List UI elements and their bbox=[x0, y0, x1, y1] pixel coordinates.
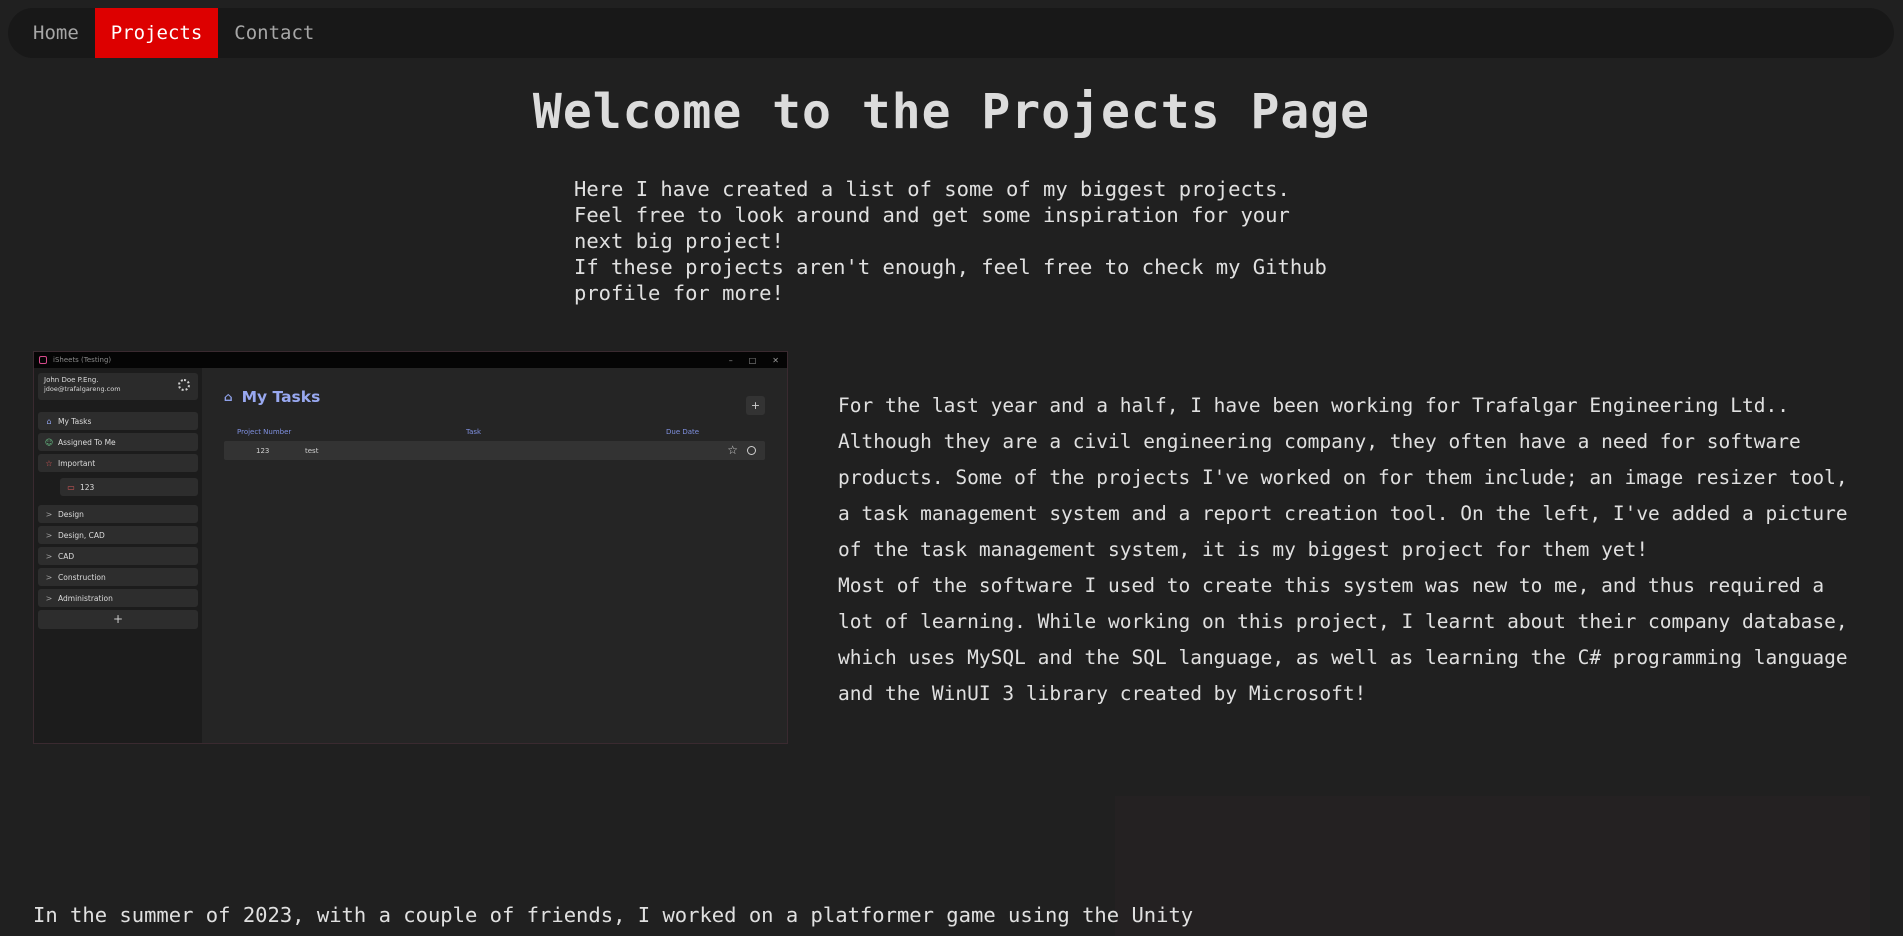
app-logo-icon bbox=[39, 356, 47, 364]
group-administration: > Administration bbox=[38, 589, 198, 607]
task-app-screenshot: iSheets (Testing) – □ ✕ John Doe P.Eng. … bbox=[33, 351, 788, 744]
top-nav: Home Projects Contact bbox=[8, 8, 1894, 58]
chevron-right-icon: > bbox=[45, 593, 53, 603]
list-icon: ▭ bbox=[67, 482, 75, 492]
profile-email: jdoe@trafalgareng.com bbox=[44, 385, 121, 393]
group-design-cad: > Design, CAD bbox=[38, 526, 198, 544]
sidebar-item-my-tasks: ⌂ My Tasks bbox=[38, 412, 198, 430]
nav-contact[interactable]: Contact bbox=[218, 8, 330, 58]
sidebar-subitem: ▭ 123 bbox=[60, 478, 198, 496]
app-sidebar: John Doe P.Eng. jdoe@trafalgareng.com ⌂ … bbox=[34, 368, 202, 743]
column-header: Task bbox=[466, 428, 482, 436]
nav-home[interactable]: Home bbox=[17, 8, 95, 58]
chevron-right-icon: > bbox=[45, 509, 53, 519]
sidebar-item-important: ☆ Important bbox=[38, 454, 198, 472]
intro-line-2: Feel free to look around and get some in… bbox=[574, 203, 1290, 253]
app-main-title: ⌂ My Tasks bbox=[224, 388, 765, 406]
intro-text: Here I have created a list of some of my… bbox=[574, 176, 1334, 306]
group-label: Design, CAD bbox=[58, 530, 105, 540]
intro-line-1: Here I have created a list of some of my… bbox=[574, 177, 1290, 201]
chevron-right-icon: > bbox=[45, 572, 53, 582]
sidebar-item-label: 123 bbox=[80, 482, 95, 492]
add-task-button: + bbox=[746, 396, 765, 415]
group-design: > Design bbox=[38, 505, 198, 523]
description-paragraph-1: For the last year and a half, I have bee… bbox=[838, 394, 1848, 561]
page-title: Welcome to the Projects Page bbox=[532, 84, 1371, 140]
column-header: Project Number bbox=[237, 428, 292, 436]
maximize-icon: □ bbox=[748, 355, 757, 365]
app-body: John Doe P.Eng. jdoe@trafalgareng.com ⌂ … bbox=[34, 368, 787, 743]
profile-name: John Doe P.Eng. bbox=[44, 376, 99, 384]
game-project-image bbox=[1115, 796, 1870, 936]
column-header: Due Date bbox=[666, 428, 700, 436]
minimize-icon: – bbox=[728, 355, 733, 365]
chevron-right-icon: > bbox=[45, 530, 53, 540]
group-label: CAD bbox=[58, 551, 75, 561]
intro-line-3: If these projects aren't enough, feel fr… bbox=[574, 255, 1327, 305]
table-row: 123 test ☆ bbox=[224, 441, 765, 460]
group-cad: > CAD bbox=[38, 547, 198, 565]
sidebar-item-label: Important bbox=[58, 458, 96, 468]
home-icon: ⌂ bbox=[46, 416, 52, 426]
group-label: Administration bbox=[58, 593, 113, 603]
group-label: Construction bbox=[58, 572, 106, 582]
app-main: ⌂ My Tasks + Project Number Task Due Dat… bbox=[202, 368, 787, 743]
app-window-title: iSheets (Testing) bbox=[53, 356, 112, 364]
task-table-header: Project Number Task Due Date bbox=[224, 428, 765, 436]
main-title-text: My Tasks bbox=[241, 388, 321, 406]
sidebar-item-assigned: ☺ Assigned To Me bbox=[38, 433, 198, 451]
task-number: 123 bbox=[256, 446, 270, 455]
game-project-text: In the summer of 2023, with a couple of … bbox=[33, 903, 1194, 927]
group-label: Design bbox=[58, 509, 84, 519]
window-controls: – □ ✕ bbox=[729, 356, 787, 365]
profile-card: John Doe P.Eng. jdoe@trafalgareng.com bbox=[38, 373, 198, 400]
group-construction: > Construction bbox=[38, 568, 198, 586]
gear-icon bbox=[178, 379, 190, 391]
close-icon: ✕ bbox=[772, 355, 779, 365]
sidebar-item-label: My Tasks bbox=[58, 416, 92, 426]
task-name: test bbox=[305, 446, 319, 455]
star-icon: ☆ bbox=[45, 458, 53, 468]
home-icon: ⌂ bbox=[224, 390, 233, 404]
sidebar-item-label: Assigned To Me bbox=[58, 437, 116, 447]
star-icon: ☆ bbox=[727, 443, 738, 457]
app-titlebar: iSheets (Testing) – □ ✕ bbox=[34, 352, 787, 368]
complete-circle-icon bbox=[747, 446, 756, 455]
person-icon: ☺ bbox=[44, 437, 54, 447]
description-paragraph-2: Most of the software I used to create th… bbox=[838, 574, 1848, 705]
add-group-button: + bbox=[38, 610, 198, 629]
chevron-right-icon: > bbox=[45, 551, 53, 561]
project-description: For the last year and a half, I have bee… bbox=[838, 388, 1868, 712]
nav-projects[interactable]: Projects bbox=[94, 8, 219, 58]
